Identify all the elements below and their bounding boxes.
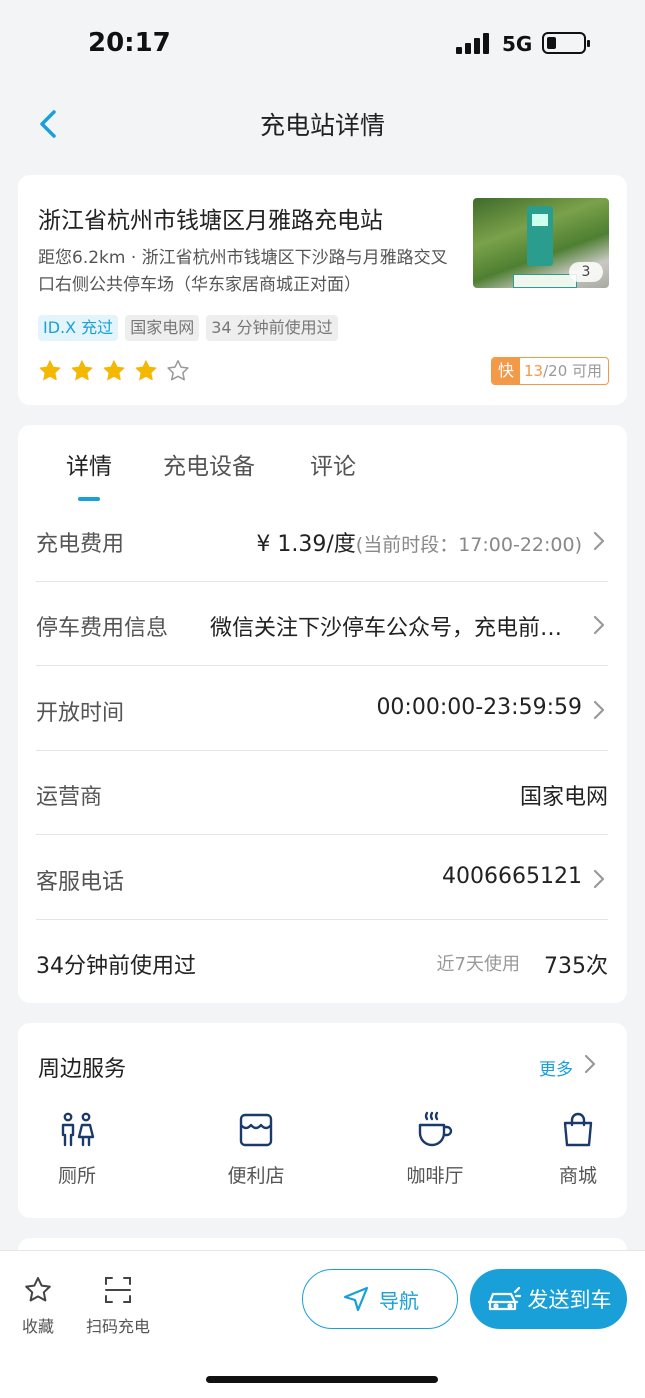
tag-last-used: 34 分钟前使用过 [206, 315, 338, 341]
star-empty-icon [167, 360, 189, 381]
row-charging-fee[interactable]: 充电费用 ¥ 1.39/度(当前时段：17:00-22:00) [36, 498, 608, 582]
station-photo[interactable]: 3 [473, 198, 609, 288]
usage-period-label: 近7天使用 [436, 954, 520, 975]
row-parking-fee[interactable]: 停车费用信息 微信关注下沙停车公众号，充电前… [36, 582, 608, 666]
status-time: 20:17 [88, 28, 171, 58]
tab-details[interactable]: 详情 [66, 447, 112, 481]
home-indicator [206, 1376, 438, 1383]
row-operator: 运营商 国家电网 [36, 751, 608, 835]
service-label: 咖啡厅 [406, 1165, 464, 1187]
star-filled-icon [71, 360, 93, 381]
toilet-icon [61, 1112, 95, 1147]
service-phone-label: 客服电话 [36, 870, 125, 895]
battery-icon [542, 32, 590, 54]
rating-stars [38, 359, 190, 383]
chevron-right-icon [593, 531, 605, 551]
shopping-bag-icon [563, 1112, 593, 1147]
last-used-label: 34分钟前使用过 [36, 954, 196, 979]
status-bar: 20:17 5G [0, 0, 645, 88]
tab-reviews[interactable]: 评论 [310, 447, 356, 481]
tab-charging-equipment[interactable]: 充电设备 [163, 447, 255, 481]
coffee-icon [418, 1111, 453, 1147]
nearby-services-title: 周边服务 [38, 1057, 127, 1082]
tag-charged-by-id: ID.X 充过 [38, 315, 119, 341]
scan-charge-button[interactable]: 扫码充电 [86, 1275, 150, 1337]
station-name: 浙江省杭州市钱塘区月雅路充电站 [38, 208, 383, 234]
service-phone-value: 4006665121 [442, 864, 582, 889]
parking-fee-value: 微信关注下沙停车公众号，充电前… [210, 616, 563, 641]
service-label: 便利店 [227, 1165, 285, 1187]
service-mall[interactable]: 商城 [528, 1111, 628, 1188]
service-label: 厕所 [57, 1165, 96, 1187]
chevron-right-icon [593, 869, 605, 889]
send-to-car-label: 发送到车 [527, 1288, 612, 1312]
available-count: 13/20 可用 [524, 362, 603, 380]
charging-fee-value: ¥ 1.39/度(当前时段：17:00-22:00) [256, 532, 582, 557]
chevron-right-icon[interactable] [583, 1053, 597, 1075]
row-opening-hours[interactable]: 开放时间 00:00:00-23:59:59 [36, 667, 608, 751]
tag-operator: 国家电网 [125, 315, 200, 341]
navigation-arrow-icon [343, 1286, 369, 1312]
nearby-services-card: 周边服务 更多 厕所 便利店 咖啡厅 商城 [18, 1023, 627, 1218]
charging-fee-label: 充电费用 [36, 532, 125, 557]
scan-charge-label: 扫码充电 [86, 1317, 151, 1336]
star-filled-icon [135, 360, 157, 381]
opening-hours-label: 开放时间 [36, 701, 125, 726]
service-toilet[interactable]: 厕所 [27, 1111, 127, 1188]
signal-icon [456, 32, 492, 54]
availability-badge: 快 13/20 可用 [491, 357, 609, 385]
operator-label: 运营商 [36, 785, 103, 810]
chevron-right-icon [593, 615, 605, 635]
usage-count: 735次 [544, 954, 608, 979]
scan-icon [105, 1277, 131, 1303]
row-service-phone[interactable]: 客服电话 4006665121 [36, 836, 608, 920]
chevron-right-icon [593, 700, 605, 720]
send-to-car-button[interactable]: 发送到车 [470, 1269, 627, 1329]
service-convenience-store[interactable]: 便利店 [206, 1111, 306, 1188]
service-cafe[interactable]: 咖啡厅 [385, 1111, 485, 1188]
station-tags: ID.X 充过 国家电网 34 分钟前使用过 [38, 315, 338, 341]
header: 充电站详情 [0, 90, 645, 156]
network-type: 5G [502, 32, 533, 56]
parking-fee-label: 停车费用信息 [36, 616, 169, 641]
car-icon [487, 1286, 521, 1311]
star-filled-icon [39, 360, 61, 381]
station-address: 距您6.2km · 浙江省杭州市钱塘区下沙路与月雅路交叉口右侧公共停车场（华东家… [38, 248, 448, 295]
favorite-button[interactable]: 收藏 [22, 1275, 54, 1337]
fast-charge-label: 快 [492, 358, 520, 384]
photo-count-badge: 3 [569, 262, 603, 282]
navigate-button[interactable]: 导航 [302, 1269, 458, 1329]
navigate-label: 导航 [379, 1288, 419, 1313]
station-card: 浙江省杭州市钱塘区月雅路充电站 距您6.2km · 浙江省杭州市钱塘区下沙路与月… [18, 175, 627, 405]
star-outline-icon [25, 1277, 51, 1302]
opening-hours-value: 00:00:00-23:59:59 [376, 695, 582, 720]
star-filled-icon [103, 360, 125, 381]
tab-bar: 详情 充电设备 评论 [18, 443, 627, 503]
store-icon [239, 1113, 273, 1147]
operator-value: 国家电网 [519, 785, 608, 810]
row-usage: 34分钟前使用过 近7天使用 735次 [36, 920, 608, 1004]
favorite-label: 收藏 [22, 1317, 55, 1336]
page-title: 充电站详情 [259, 111, 385, 140]
more-services-link[interactable]: 更多 [539, 1055, 573, 1080]
detail-card: 详情 充电设备 评论 充电费用 ¥ 1.39/度(当前时段：17:00-22:0… [18, 425, 627, 1003]
service-label: 商城 [558, 1165, 597, 1187]
